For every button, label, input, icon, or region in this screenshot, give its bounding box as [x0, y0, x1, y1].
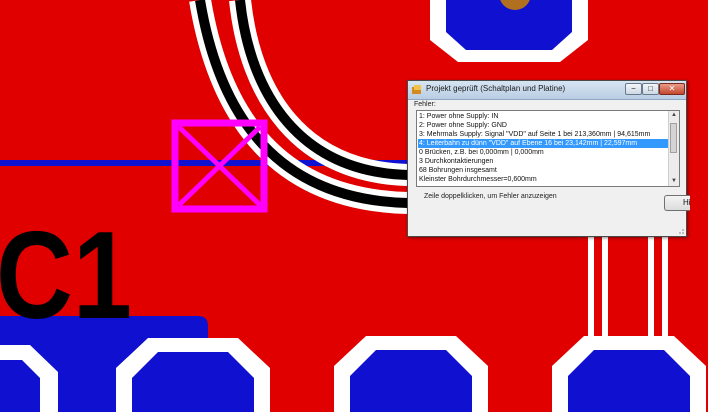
list-item[interactable]: 3 Durchkontaktierungen — [419, 157, 493, 166]
list-item[interactable]: 2: Power ohne Supply: GND — [419, 121, 507, 130]
list-item[interactable]: 68 Bohrungen insgesamt — [419, 166, 497, 175]
scroll-thumb[interactable] — [670, 123, 677, 153]
list-item-selected[interactable]: 4: Leiterbahn zu dünn "VDD" auf Ebene 16… — [418, 139, 669, 148]
pad-bottom-4-core — [568, 350, 690, 412]
pad-bottom-2-core — [132, 352, 254, 412]
check-result-dialog: Projekt geprüft (Schaltplan und Platine)… — [407, 80, 690, 237]
list-item[interactable]: 0 Brücken, z.B. bei 0,000mm | 0,000mm — [419, 148, 544, 157]
errors-label: Fehler: — [414, 101, 436, 108]
title-bar[interactable]: Projekt geprüft (Schaltplan und Platine)… — [408, 81, 686, 100]
dialog-title: Projekt geprüft (Schaltplan und Platine) — [426, 84, 566, 93]
pad-bottom-3-core — [350, 350, 472, 412]
list-item[interactable]: Kleinster Bohrdurchmesser=0,600mm — [419, 175, 537, 184]
close-button[interactable]: ✕ — [659, 83, 685, 95]
help-button[interactable]: Hilfe — [664, 195, 690, 211]
maximize-button[interactable]: □ — [642, 83, 659, 95]
list-item[interactable]: 1: Power ohne Supply: IN — [419, 112, 498, 121]
vertical-scrollbar[interactable]: ▲ ▼ — [668, 111, 679, 186]
list-item[interactable]: 3: Mehrmals Supply: Signal "VDD" auf Sei… — [419, 130, 650, 139]
minimize-button[interactable]: − — [625, 83, 642, 95]
hint-text: Zeile doppelklicken, um Fehler anzuzeige… — [424, 193, 557, 200]
resize-grip-icon[interactable] — [677, 227, 685, 235]
app-icon — [412, 85, 421, 94]
scroll-up-icon[interactable]: ▲ — [669, 111, 679, 120]
scroll-down-icon[interactable]: ▼ — [669, 177, 679, 186]
silkscreen-label: C1 — [0, 207, 132, 345]
error-list[interactable]: 1: Power ohne Supply: IN 2: Power ohne S… — [416, 110, 680, 187]
